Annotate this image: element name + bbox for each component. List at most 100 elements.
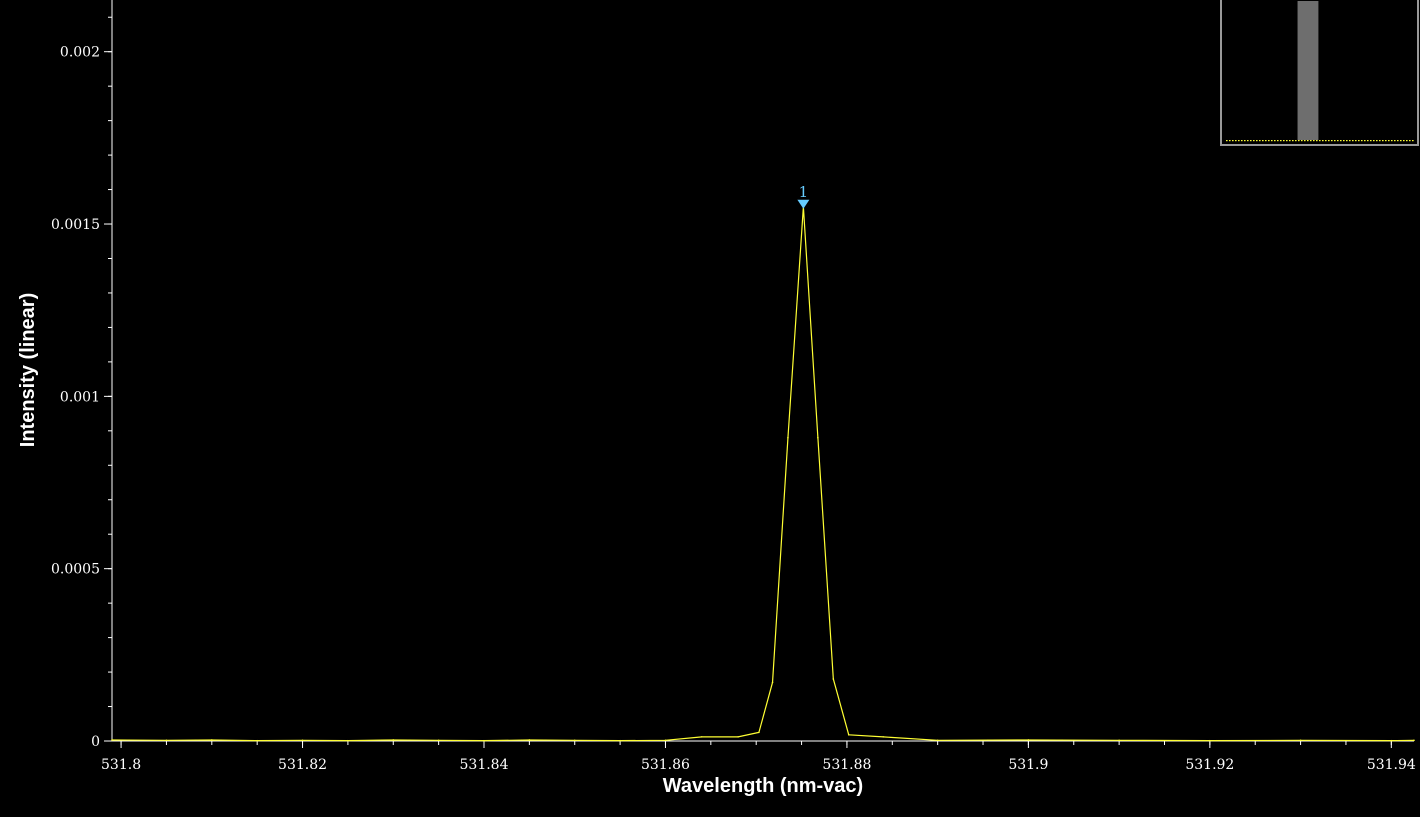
x-tick-label: 531.86 xyxy=(641,757,690,773)
overview-trace-dot xyxy=(1277,140,1279,142)
overview-trace-dot xyxy=(1394,140,1396,142)
data-point xyxy=(700,736,703,738)
overview-inset[interactable] xyxy=(1220,0,1419,146)
data-point xyxy=(664,739,667,742)
data-point xyxy=(787,436,789,439)
overview-trace-dot xyxy=(1271,140,1273,142)
peak-label: 1 xyxy=(799,183,809,201)
y-tick-label: 0.0005 xyxy=(51,562,100,578)
overview-trace-dot xyxy=(1334,140,1336,142)
overview-trace-dot xyxy=(1331,140,1333,142)
overview-trace-dot xyxy=(1241,140,1243,142)
overview-trace-dot xyxy=(1319,140,1321,142)
overview-trace-dot xyxy=(1262,140,1264,142)
data-point xyxy=(573,739,576,742)
overview-frame xyxy=(1220,0,1419,146)
overview-trace-dot xyxy=(1355,140,1357,142)
data-point xyxy=(256,739,258,742)
overview-trace-dot xyxy=(1376,140,1378,142)
overview-trace-dot xyxy=(1286,140,1288,142)
y-tick-label: 0.001 xyxy=(60,389,100,405)
x-axis-title: Wavelength (nm-vac) xyxy=(663,775,863,797)
overview-trace-dot xyxy=(1229,140,1231,142)
overview-trace-dot xyxy=(1235,140,1237,142)
overview-trace-dot xyxy=(1349,140,1351,142)
data-point xyxy=(301,739,304,742)
overview-trace-dot xyxy=(1304,140,1306,142)
data-point xyxy=(936,739,939,742)
data-point xyxy=(483,739,485,742)
y-axis-title: Intensity (linear) xyxy=(17,293,39,447)
y-tick-label: 0.0015 xyxy=(51,217,100,233)
x-tick-label: 531.8 xyxy=(101,757,141,773)
data-point xyxy=(847,733,850,736)
overview-trace-dot xyxy=(1283,140,1285,142)
data-point xyxy=(392,739,395,741)
overview-trace-dot xyxy=(1301,140,1303,142)
overview-trace-dot xyxy=(1409,140,1411,142)
data-point xyxy=(1390,739,1393,742)
overview-trace-dot xyxy=(1388,140,1390,142)
y-tick-label: 0.002 xyxy=(60,45,100,61)
spectrum-chart[interactable]: 531.8 531.82 531.84 531.86 531.88 531.9 531.92… xyxy=(0,0,1420,812)
overview-trace-dot xyxy=(1295,140,1297,142)
plot-axes xyxy=(111,0,1414,742)
data-point xyxy=(1209,739,1211,742)
overview-trace-dot xyxy=(1256,140,1258,142)
overview-trace-dot xyxy=(1298,140,1300,142)
x-tick-label: 531.84 xyxy=(460,757,509,773)
overview-trace-dot xyxy=(1382,140,1384,142)
overview-trace-dot xyxy=(1400,140,1402,142)
x-tick-label: 531.82 xyxy=(278,757,327,773)
overview-trace-dot xyxy=(1397,140,1399,142)
overview-trace-dot xyxy=(1325,140,1327,142)
data-point xyxy=(111,739,113,741)
spectrum-trace xyxy=(111,206,1415,742)
overview-trace-dot xyxy=(1385,140,1387,142)
x-tick-label: 531.94 xyxy=(1367,757,1416,773)
overview-trace-dot xyxy=(1370,140,1372,142)
overview-trace-dot xyxy=(1280,140,1282,142)
overview-trace-dot xyxy=(1340,140,1342,142)
spectrum-plot[interactable]: 531.8 531.82 531.84 531.86 531.88 531.9 531.92… xyxy=(0,0,1420,812)
overview-trace-dot xyxy=(1391,140,1393,142)
overview-trace-dot xyxy=(1307,140,1309,142)
overview-trace-dot xyxy=(1232,140,1234,142)
overview-trace-dot xyxy=(1364,140,1366,142)
data-point xyxy=(737,736,739,738)
data-point xyxy=(165,739,168,742)
overview-trace-dot xyxy=(1346,140,1348,142)
overview-trace-dot xyxy=(1358,140,1360,142)
overview-trace-dot xyxy=(1226,140,1228,142)
overview-trace-dot xyxy=(1265,140,1267,142)
overview-trace-dot xyxy=(1292,140,1294,142)
overview-trace-dot xyxy=(1343,140,1345,142)
overview-trace-dot xyxy=(1310,140,1312,142)
overview-trace-dot xyxy=(1379,140,1381,142)
overview-trace-dot xyxy=(1412,140,1414,142)
overview-trace-dot xyxy=(1253,140,1255,142)
data-point xyxy=(1027,739,1030,741)
overview-trace-dot xyxy=(1313,140,1315,142)
overview-trace-dot xyxy=(1403,140,1405,142)
overview-trace-dot xyxy=(1367,140,1369,142)
peak-annotations: 1 xyxy=(797,183,810,209)
data-point xyxy=(1413,739,1415,742)
peak-marker-icon xyxy=(797,199,810,209)
overview-trace-dot xyxy=(1259,140,1261,142)
overview-trace-dot xyxy=(1337,140,1339,142)
data-point xyxy=(758,731,760,734)
overview-visible-window xyxy=(1297,1,1319,140)
overview-trace-dot xyxy=(1322,140,1324,142)
data-point xyxy=(619,739,621,742)
data-point xyxy=(817,436,819,439)
overview-trace-dot xyxy=(1244,140,1246,142)
data-point xyxy=(211,739,213,741)
data-point xyxy=(882,736,885,738)
data-point xyxy=(437,739,440,742)
overview-trace-dot xyxy=(1406,140,1408,142)
x-tick-label: 531.88 xyxy=(822,757,871,773)
data-point xyxy=(771,681,774,684)
overview-trace-dot xyxy=(1289,140,1291,142)
overview-trace-dot xyxy=(1316,140,1318,142)
